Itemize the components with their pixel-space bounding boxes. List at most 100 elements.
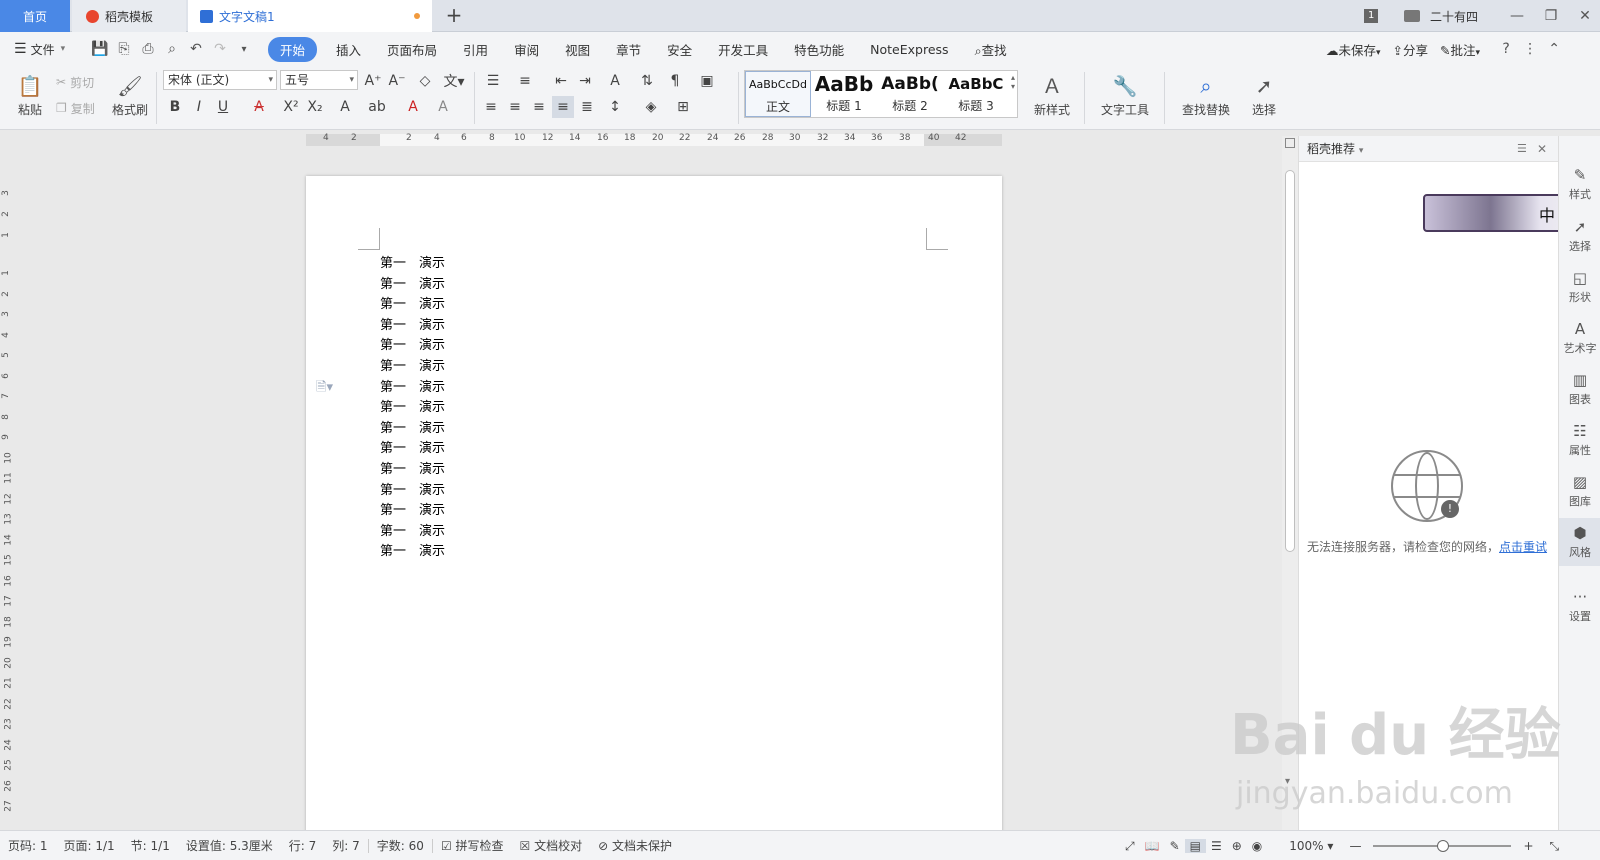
document-line[interactable]: 第一 演示 bbox=[380, 293, 445, 312]
document-line[interactable]: 第一 演示 bbox=[380, 376, 445, 395]
tab-document[interactable]: 文字文稿1 bbox=[188, 0, 432, 32]
print-icon[interactable]: ⎙ bbox=[136, 37, 160, 61]
status-page-number[interactable]: 页码: 1 bbox=[0, 837, 56, 854]
read-mode-icon[interactable]: 📖 bbox=[1140, 839, 1165, 853]
zoom-level-select[interactable]: 100% ▾ bbox=[1281, 839, 1341, 853]
shrink-font-icon[interactable]: A⁻ bbox=[386, 70, 408, 92]
document-line[interactable]: 第一 演示 bbox=[380, 437, 445, 456]
char-shading-icon[interactable]: A bbox=[432, 96, 454, 118]
subscript-icon[interactable]: X₂ bbox=[304, 96, 326, 118]
rail-select[interactable]: ➚ 选择 bbox=[1559, 218, 1600, 254]
document-proof-button[interactable]: ☒ 文档校对 bbox=[512, 837, 591, 854]
tab-developer[interactable]: 开发工具 bbox=[705, 40, 781, 59]
status-word-count[interactable]: 字数: 60 bbox=[369, 837, 432, 854]
new-style-button[interactable]: Ａ 新样式 bbox=[1024, 70, 1080, 122]
horizontal-ruler[interactable]: 4 2 2 4 6 8 10 12 14 16 18 20 22 24 26 28 30 32 34 36 38 40 42 bbox=[0, 130, 1282, 150]
tab-insert[interactable]: 插入 bbox=[323, 40, 374, 59]
page-view-icon[interactable]: ▤ bbox=[1184, 839, 1206, 853]
vertical-ruler[interactable]: 3 2 1 1 2 3 4 5 6 7 8 9 10 11 12 13 14 15 16 17 18 19 20 21 22 23… bbox=[0, 150, 16, 830]
find-replace-button[interactable]: ⌕ 查找替换 bbox=[1172, 70, 1240, 122]
superscript-icon[interactable]: X² bbox=[280, 96, 302, 118]
print-preview-icon[interactable]: ⌕ bbox=[160, 37, 184, 61]
scrollbar-thumb[interactable] bbox=[1285, 170, 1295, 552]
show-marks-icon[interactable]: ¶ bbox=[664, 70, 686, 92]
focus-mode-icon[interactable]: ⤢ bbox=[1120, 839, 1140, 854]
cut-button[interactable]: ✂ 剪切 bbox=[56, 72, 94, 92]
align-right-icon[interactable]: ≡ bbox=[528, 96, 550, 118]
tab-review[interactable]: 审阅 bbox=[501, 40, 552, 59]
bullet-list-icon[interactable]: ☰ bbox=[482, 70, 504, 92]
text-tools-button[interactable]: 🔧 文字工具 bbox=[1092, 70, 1158, 122]
document-line[interactable]: 第一 演示 bbox=[380, 540, 445, 559]
minimize-icon[interactable]: — bbox=[1500, 8, 1534, 24]
bold-icon[interactable]: B bbox=[164, 96, 186, 118]
document-line[interactable]: 第一 演示 bbox=[380, 417, 445, 436]
font-color-icon[interactable]: A bbox=[402, 96, 424, 118]
paste-button[interactable]: 📋 粘贴 bbox=[8, 70, 52, 122]
strikethrough-icon[interactable]: A bbox=[248, 96, 270, 118]
panel-menu-icon[interactable]: ☰ bbox=[1517, 136, 1527, 162]
share-button[interactable]: ⇪分享 bbox=[1387, 40, 1435, 59]
style-heading-1[interactable]: AaBb 标题 1 bbox=[811, 71, 877, 117]
document-map-icon[interactable]: 🗎▾ bbox=[316, 378, 333, 400]
justify-icon[interactable]: ≡ bbox=[552, 96, 574, 118]
collapse-ribbon-icon[interactable]: ⌃ bbox=[1542, 37, 1566, 61]
rail-shapes[interactable]: ◱ 形状 bbox=[1559, 269, 1600, 305]
style-normal[interactable]: AaBbCcDd 正文 bbox=[745, 71, 811, 117]
font-size-select[interactable]: 五号 bbox=[280, 70, 358, 90]
chevron-down-icon[interactable]: ▾ bbox=[1359, 146, 1364, 156]
format-painter-button[interactable]: 🖌 格式刷 bbox=[108, 70, 152, 122]
zoom-out-icon[interactable]: — bbox=[1341, 839, 1369, 853]
status-row[interactable]: 行: 7 bbox=[281, 837, 325, 854]
copy-button[interactable]: ❐ 复制 bbox=[56, 98, 95, 118]
document-line[interactable]: 第一 演示 bbox=[380, 355, 445, 374]
tab-home-ribbon[interactable]: 开始 bbox=[268, 36, 318, 62]
document-line[interactable]: 第一 演示 bbox=[380, 479, 445, 498]
numbered-list-icon[interactable]: ≡ bbox=[514, 70, 536, 92]
spell-check-button[interactable]: ☑ 拼写检查 bbox=[433, 837, 512, 854]
gallery-scroll-icon[interactable]: ▴ ▾ bbox=[1011, 73, 1015, 91]
redo-icon[interactable]: ↷ bbox=[208, 37, 232, 61]
style-heading-3[interactable]: AaBbC 标题 3 bbox=[943, 71, 1009, 117]
status-section[interactable]: 节: 1/1 bbox=[123, 837, 178, 854]
unsaved-dot-icon[interactable] bbox=[414, 13, 420, 19]
export-pdf-icon[interactable]: ⎘ bbox=[112, 37, 136, 61]
panel-close-icon[interactable]: ✕ bbox=[1537, 136, 1547, 162]
tab-view[interactable]: 视图 bbox=[552, 40, 603, 59]
tab-page-layout[interactable]: 页面布局 bbox=[374, 40, 450, 59]
user-avatar[interactable] bbox=[1404, 10, 1420, 22]
unsaved-cloud-button[interactable]: ☁未保存▾ bbox=[1320, 40, 1387, 59]
text-direction-icon[interactable]: A bbox=[604, 70, 626, 92]
highlight-icon[interactable]: ab bbox=[366, 96, 388, 118]
panel-title[interactable]: 稻壳推荐 bbox=[1307, 142, 1355, 156]
font-family-select[interactable]: 宋体 (正文) bbox=[163, 70, 277, 90]
italic-icon[interactable]: I bbox=[188, 96, 210, 118]
align-center-icon[interactable]: ≡ bbox=[504, 96, 526, 118]
rail-styles[interactable]: ✎ 样式 bbox=[1559, 166, 1600, 202]
rail-chart[interactable]: ▥ 图表 bbox=[1559, 371, 1600, 407]
document-line[interactable]: 第一 演示 bbox=[380, 396, 445, 415]
grow-font-icon[interactable]: A⁺ bbox=[362, 70, 384, 92]
search-command[interactable]: ⌕查找 bbox=[962, 40, 1020, 59]
increase-indent-icon[interactable]: ⇥ bbox=[574, 70, 596, 92]
new-tab-plus-icon[interactable]: + bbox=[442, 4, 466, 28]
borders-icon[interactable]: ⊞ bbox=[672, 96, 694, 118]
outline-view-icon[interactable]: ☰ bbox=[1206, 839, 1227, 853]
undo-icon[interactable]: ↶ bbox=[184, 37, 208, 61]
edit-mode-icon[interactable]: ✎ bbox=[1165, 839, 1185, 853]
sort-icon[interactable]: ⇅ bbox=[636, 70, 658, 92]
phonetic-guide-icon[interactable]: 文▾ bbox=[440, 70, 468, 92]
shading-icon[interactable]: ◈ bbox=[640, 96, 662, 118]
document-protect-button[interactable]: ⊘ 文档未保护 bbox=[590, 837, 680, 854]
retry-link[interactable]: 点击重试 bbox=[1499, 540, 1547, 554]
zoom-slider-thumb[interactable] bbox=[1437, 840, 1450, 852]
status-column[interactable]: 列: 7 bbox=[324, 837, 368, 854]
rail-gallery[interactable]: ▨ 图库 bbox=[1559, 473, 1600, 509]
clear-format-icon[interactable]: ◇ bbox=[414, 70, 436, 92]
rail-wordart[interactable]: A 艺术字 bbox=[1559, 320, 1600, 356]
distribute-icon[interactable]: ≣ bbox=[576, 96, 598, 118]
more-options-icon[interactable]: ⋮ bbox=[1518, 37, 1542, 61]
close-icon[interactable]: ✕ bbox=[1568, 8, 1600, 24]
tab-docer-templates[interactable]: 稻壳模板 bbox=[72, 0, 186, 32]
text-effect-icon[interactable]: A bbox=[334, 96, 356, 118]
